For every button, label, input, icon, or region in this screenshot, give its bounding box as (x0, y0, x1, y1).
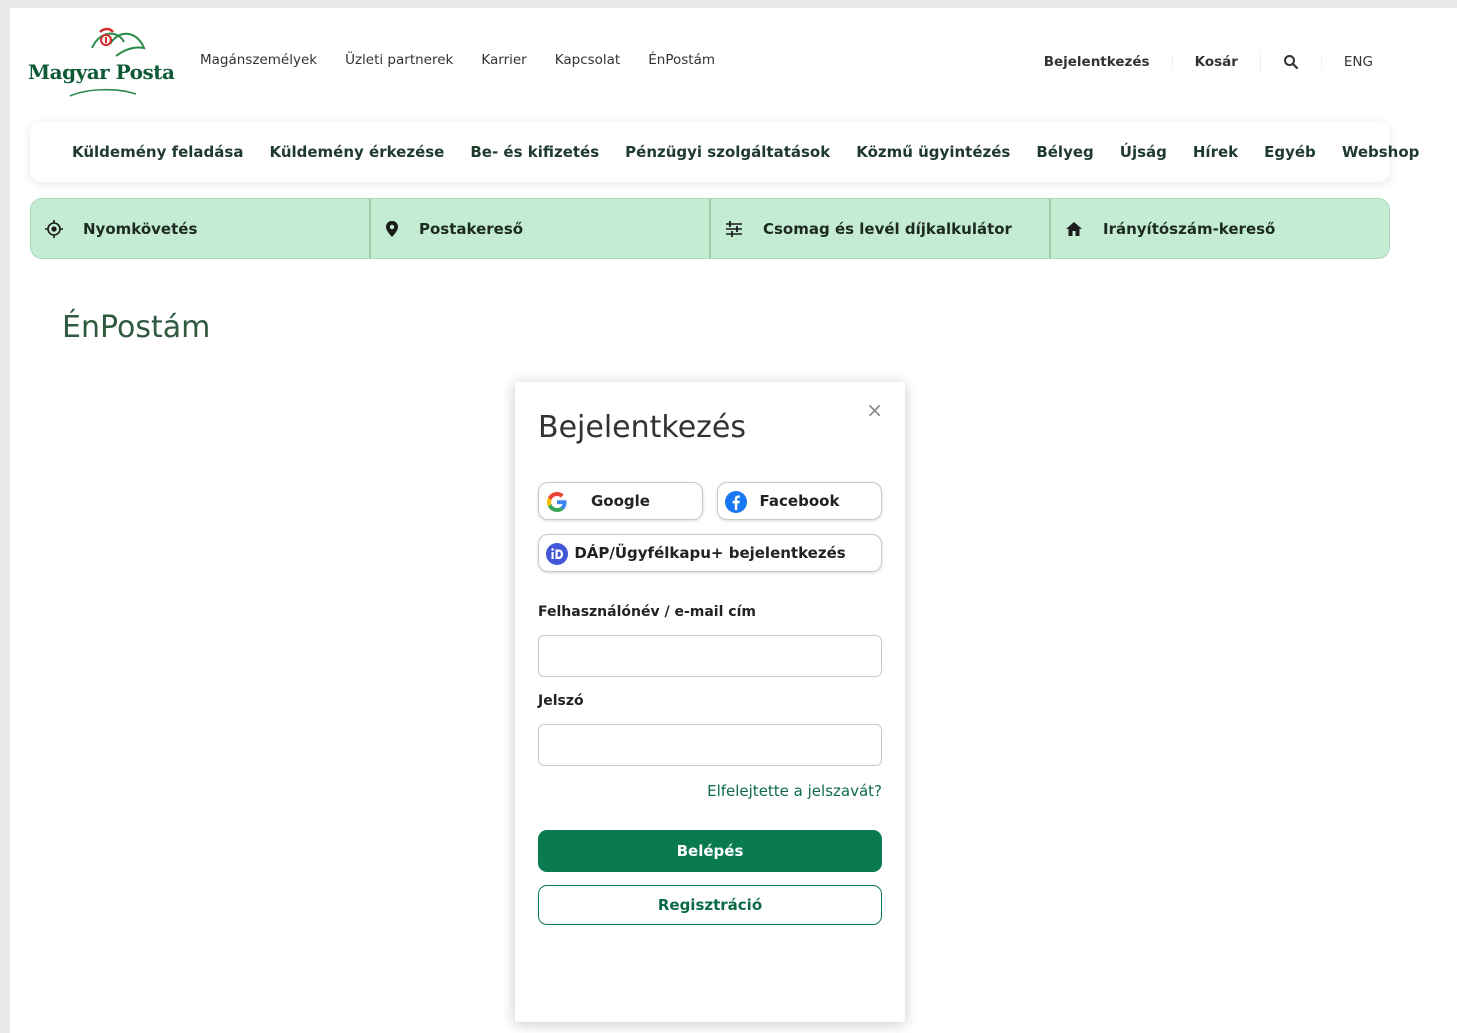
logo-text: Magyar Posta (28, 60, 175, 84)
register-button[interactable]: Regisztráció (538, 885, 882, 925)
top-link-kapcsolat[interactable]: Kapcsolat (555, 52, 621, 68)
username-label: Felhasználónév / e-mail cím (538, 604, 756, 620)
nav-ujsag[interactable]: Újság (1120, 143, 1167, 161)
nav-webshop[interactable]: Webshop (1342, 143, 1420, 161)
quick-tools-bar: Nyomkövetés Postakereső Csomag és levél … (30, 198, 1390, 259)
language-switch[interactable]: ENG (1320, 54, 1395, 70)
nav-egyeb[interactable]: Egyéb (1264, 143, 1316, 161)
tool-dijkalkulator[interactable]: Csomag és levél díjkalkulátor (709, 199, 1049, 258)
main-navigation: Küldemény feladása Küldemény érkezése Be… (30, 122, 1419, 182)
password-label: Jelszó (538, 693, 584, 709)
nav-hirek[interactable]: Hírek (1193, 143, 1238, 161)
home-icon (1066, 221, 1082, 236)
login-link[interactable]: Bejelentkezés (1022, 54, 1172, 70)
tool-postakereso[interactable]: Postakereső (369, 199, 709, 258)
top-link-uzleti-partnerek[interactable]: Üzleti partnerek (345, 52, 453, 68)
nav-kuldemeny-feladasa[interactable]: Küldemény feladása (72, 143, 243, 161)
login-modal: × Bejelentkezés Google Facebook DÁP/Ügyf… (515, 382, 905, 1022)
password-input[interactable] (538, 724, 882, 766)
location-pin-icon (386, 220, 398, 237)
logo-swoosh-icon (69, 88, 137, 97)
search-button[interactable] (1259, 52, 1321, 72)
page: Magyar Posta Magánszemélyek Üzleti partn… (10, 8, 1457, 1033)
nav-belyeg[interactable]: Bélyeg (1036, 143, 1093, 161)
username-input[interactable] (538, 635, 882, 677)
close-icon[interactable]: × (866, 400, 883, 420)
top-links: Magánszemélyek Üzleti partnerek Karrier … (200, 52, 715, 68)
cart-link[interactable]: Kosár (1171, 54, 1260, 70)
top-link-karrier[interactable]: Karrier (481, 52, 526, 68)
nav-be-es-kifizetes[interactable]: Be- és kifizetés (470, 143, 599, 161)
page-title: ÉnPostám (62, 310, 211, 345)
sliders-icon (726, 220, 742, 237)
login-button[interactable]: Belépés (538, 830, 882, 872)
dap-login-button[interactable]: DÁP/Ügyfélkapu+ bejelentkezés (538, 534, 882, 572)
magyar-posta-logo[interactable]: Magyar Posta (28, 26, 175, 98)
top-link-maganszemelyek[interactable]: Magánszemélyek (200, 52, 317, 68)
search-icon (1283, 55, 1299, 70)
tool-label: Irányítószám-kereső (1103, 219, 1276, 238)
google-icon (547, 492, 567, 512)
top-link-enpostam[interactable]: ÉnPostám (648, 52, 715, 68)
modal-title: Bejelentkezés (538, 410, 746, 445)
top-right-menu: Bejelentkezés Kosár ENG (1022, 52, 1395, 72)
nav-penzugyi-szolgaltatasok[interactable]: Pénzügyi szolgáltatások (625, 143, 830, 161)
dap-label: DÁP/Ügyfélkapu+ bejelentkezés (574, 544, 846, 562)
nav-kuldemeny-erkezese[interactable]: Küldemény érkezése (269, 143, 444, 161)
tool-label: Csomag és levél díjkalkulátor (763, 219, 1012, 238)
tool-nyomkovetes[interactable]: Nyomkövetés (31, 199, 369, 258)
tool-label: Postakereső (419, 219, 524, 238)
tool-label: Nyomkövetés (83, 219, 198, 238)
id-icon (546, 543, 568, 565)
facebook-login-button[interactable]: Facebook (717, 482, 882, 520)
target-icon (45, 219, 63, 238)
google-login-button[interactable]: Google (538, 482, 703, 520)
forgot-password-link[interactable]: Elfelejtette a jelszavát? (707, 782, 882, 800)
facebook-icon (725, 491, 747, 513)
nav-kozmu-ugyintezes[interactable]: Közmű ügyintézés (856, 143, 1010, 161)
tool-iranyitoszam-kereso[interactable]: Irányítószám-kereső (1049, 199, 1389, 258)
